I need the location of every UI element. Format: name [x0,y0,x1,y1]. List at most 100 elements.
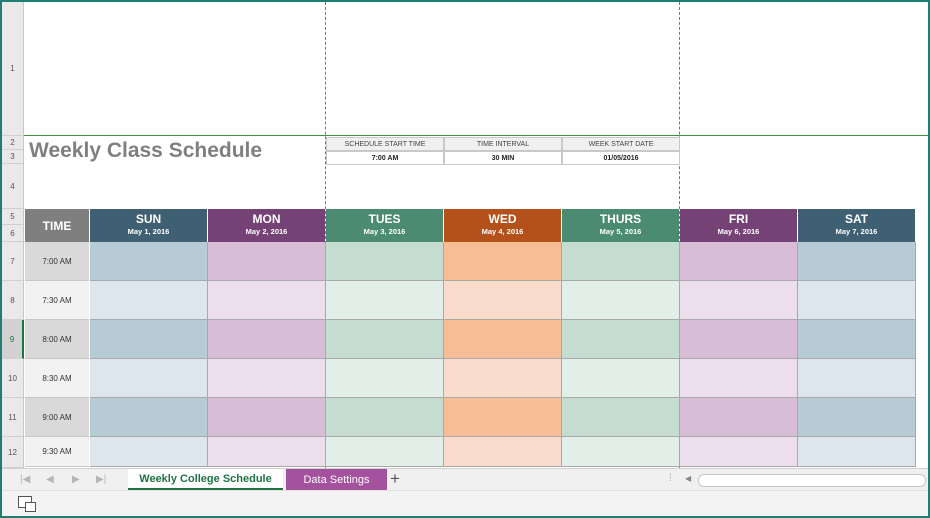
schedule-cell[interactable] [90,242,208,281]
schedule-cell[interactable] [798,320,916,359]
day-date: May 4, 2016 [481,227,524,236]
schedule-cell[interactable] [90,359,208,398]
time-cell[interactable]: 9:00 AM [25,398,89,437]
tab-weekly-college-schedule[interactable]: Weekly College Schedule [128,469,283,491]
day-date: May 2, 2016 [245,227,288,236]
schedule-cell[interactable] [208,398,326,437]
schedule-cell[interactable] [680,398,798,437]
time-cell[interactable]: 7:00 AM [25,242,89,281]
day-header-fri[interactable]: FRI May 6, 2016 [680,209,797,242]
splitter-handle-icon[interactable]: ⁞ [669,473,672,484]
row-header-10[interactable]: 10 [2,359,24,398]
day-name: TUES [368,212,401,226]
time-interval-label: TIME INTERVAL [444,137,562,151]
row-header-3[interactable]: 3 [2,150,24,164]
time-cell[interactable]: 9:30 AM [25,437,89,467]
schedule-cell[interactable] [90,281,208,320]
schedule-cell[interactable] [326,242,444,281]
row-header-7[interactable]: 7 [2,242,24,281]
day-date: May 3, 2016 [363,227,406,236]
schedule-cell[interactable] [680,281,798,320]
day-date: May 5, 2016 [599,227,642,236]
time-cell[interactable]: 7:30 AM [25,281,89,320]
schedule-cell[interactable] [444,437,562,467]
day-name: THURS [599,212,642,226]
first-sheet-icon[interactable]: |◀ [20,474,30,485]
day-date: May 1, 2016 [127,227,170,236]
day-header-wed[interactable]: WED May 4, 2016 [444,209,561,242]
page-title[interactable]: Weekly Class Schedule [29,139,262,163]
horizontal-scrollbar[interactable] [698,474,926,487]
schedule-cell[interactable] [798,281,916,320]
schedule-cell[interactable] [208,281,326,320]
day-date: May 6, 2016 [717,227,760,236]
day-name: FRI [728,212,749,226]
macro-recorder-icon[interactable] [18,496,36,512]
schedule-cell[interactable] [90,398,208,437]
day-header-sat[interactable]: SAT May 7, 2016 [798,209,915,242]
day-header-thurs[interactable]: THURS May 5, 2016 [562,209,679,242]
schedule-cell[interactable] [208,437,326,467]
row-header-8[interactable]: 8 [2,281,24,320]
schedule-cell[interactable] [798,359,916,398]
day-name: MON [252,212,281,226]
schedule-start-time-label: SCHEDULE START TIME [326,137,444,151]
schedule-cell[interactable] [798,437,916,467]
spreadsheet-window: 1 2 3 4 5 6 7 8 9 10 11 12 Weekly Class … [0,0,930,518]
schedule-cell[interactable] [444,359,562,398]
schedule-cell[interactable] [680,320,798,359]
schedule-cell[interactable] [90,437,208,467]
schedule-cell[interactable] [562,242,680,281]
add-sheet-icon[interactable]: + [390,469,400,489]
day-date: May 7, 2016 [835,227,878,236]
schedule-cell[interactable] [444,398,562,437]
schedule-cell[interactable] [562,437,680,467]
schedule-cell[interactable] [562,398,680,437]
schedule-cell[interactable] [798,398,916,437]
schedule-cell[interactable] [798,242,916,281]
row-header-11[interactable]: 11 [2,398,24,437]
status-bar [2,490,928,516]
day-header-mon[interactable]: MON May 2, 2016 [208,209,325,242]
next-sheet-icon[interactable]: ▶ [72,474,80,485]
row-header-5[interactable]: 5 [2,209,24,225]
schedule-cell[interactable] [562,359,680,398]
tab-data-settings[interactable]: Data Settings [286,469,387,491]
prev-sheet-icon[interactable]: ◀ [46,474,54,485]
schedule-cell[interactable] [326,320,444,359]
schedule-cell[interactable] [326,398,444,437]
row-header-1[interactable]: 1 [2,2,24,136]
row-header-4[interactable]: 4 [2,164,24,209]
time-cell[interactable]: 8:30 AM [25,359,89,398]
day-header-sun[interactable]: SUN May 1, 2016 [90,209,207,242]
schedule-cell[interactable] [680,437,798,467]
schedule-cell[interactable] [680,359,798,398]
schedule-cell[interactable] [208,320,326,359]
row-header-2[interactable]: 2 [2,136,24,150]
schedule-cell[interactable] [562,320,680,359]
schedule-start-time-field[interactable]: 7:00 AM [326,151,444,165]
schedule-cell[interactable] [562,281,680,320]
schedule-cell[interactable] [326,281,444,320]
schedule-cell[interactable] [326,359,444,398]
week-start-date-label: WEEK START DATE [562,137,680,151]
schedule-cell[interactable] [208,242,326,281]
schedule-cell[interactable] [444,281,562,320]
row-header-6[interactable]: 6 [2,225,24,242]
time-interval-field[interactable]: 30 MIN [444,151,562,165]
schedule-cell[interactable] [444,320,562,359]
week-start-date-field[interactable]: 01/05/2016 [562,151,680,165]
time-column-header[interactable]: TIME [25,209,89,242]
day-header-tues[interactable]: TUES May 3, 2016 [326,209,443,242]
schedule-cell[interactable] [208,359,326,398]
time-cell[interactable]: 8:00 AM [25,320,89,359]
page-break-line [24,135,928,136]
row-header-9[interactable]: 9 [2,320,24,359]
schedule-cell[interactable] [326,437,444,467]
schedule-cell[interactable] [444,242,562,281]
schedule-cell[interactable] [680,242,798,281]
row-header-12[interactable]: 12 [2,437,24,468]
last-sheet-icon[interactable]: ▶| [96,474,106,485]
schedule-cell[interactable] [90,320,208,359]
scroll-left-icon[interactable]: ◀ [685,474,691,483]
